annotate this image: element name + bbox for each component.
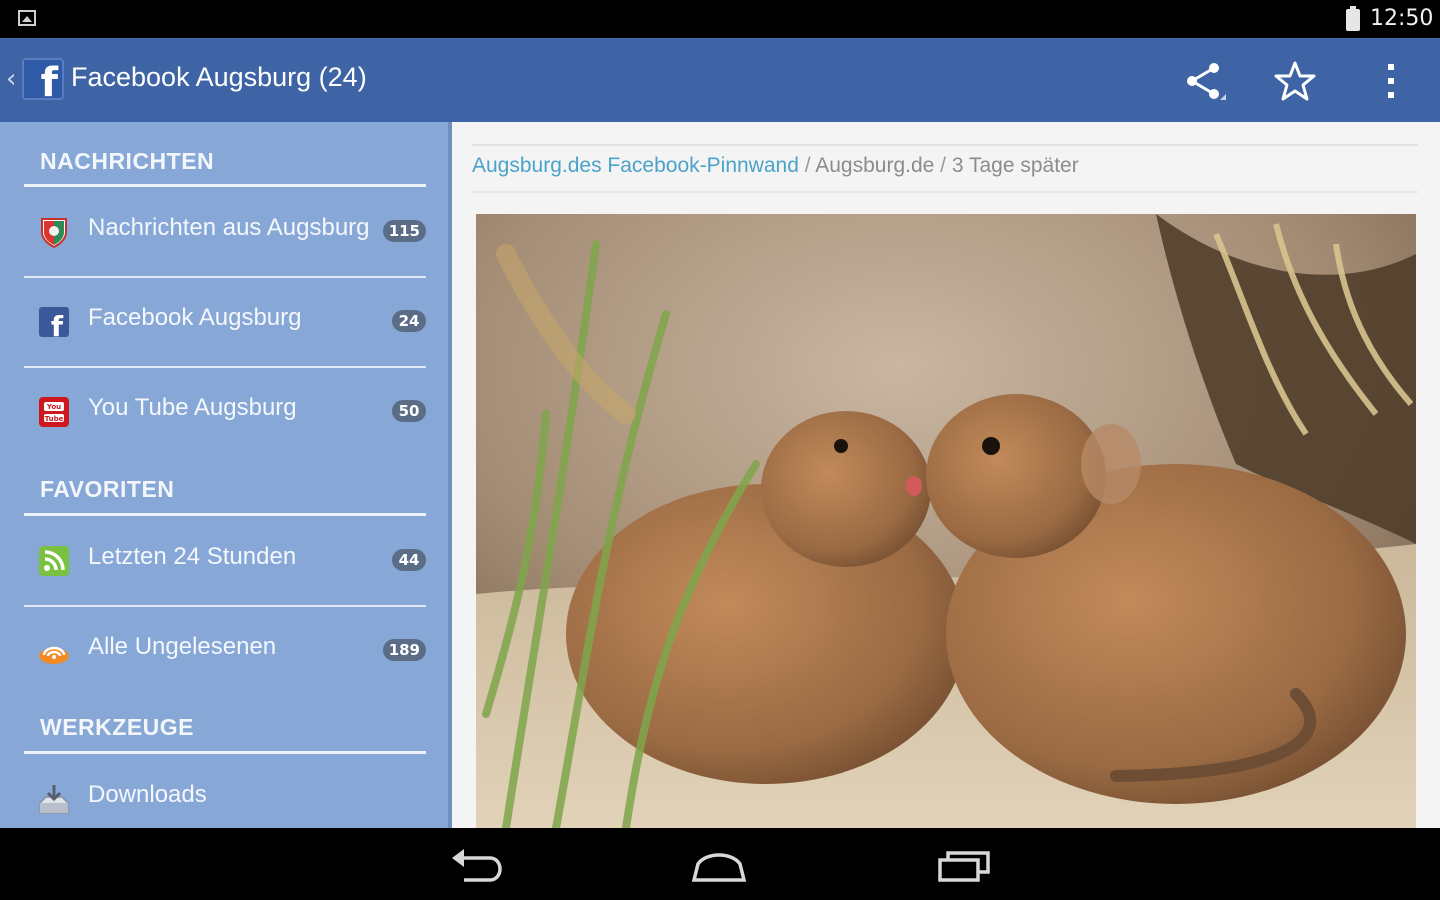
chevron-left-icon[interactable]: ‹ bbox=[6, 66, 16, 92]
action-bar: ‹ f Facebook Augsburg (24) bbox=[0, 38, 1440, 122]
svg-text:Tube: Tube bbox=[45, 415, 64, 423]
article-photo[interactable] bbox=[476, 214, 1416, 828]
section-divider bbox=[24, 184, 426, 187]
rss-icon bbox=[38, 545, 70, 577]
recent-apps-icon[interactable] bbox=[928, 842, 998, 886]
section-divider bbox=[24, 513, 426, 516]
page-title: Facebook Augsburg (24) bbox=[71, 62, 367, 92]
breadcrumb-separator: / bbox=[798, 154, 816, 177]
drawer-item-youtube[interactable]: You Tube You Tube Augsburg 50 bbox=[24, 368, 426, 456]
home-icon[interactable] bbox=[684, 842, 754, 886]
nav-drawer: NACHRICHTEN Nachrichten aus Augsburg 115… bbox=[0, 122, 448, 828]
status-clock: 12:50 bbox=[1370, 6, 1434, 31]
divider bbox=[472, 191, 1418, 193]
svg-text:You: You bbox=[46, 403, 61, 411]
system-nav-bar bbox=[0, 828, 1440, 900]
drawer-item-label: Alle Ungelesenen bbox=[88, 633, 277, 660]
drawer-item-nachrichten[interactable]: Nachrichten aus Augsburg 115 bbox=[24, 188, 426, 276]
breadcrumb-separator: / bbox=[934, 154, 952, 177]
section-title-nachrichten: NACHRICHTEN bbox=[40, 148, 215, 174]
section-divider bbox=[24, 751, 426, 754]
drawer-item-letzten-24-stunden[interactable]: Letzten 24 Stunden 44 bbox=[24, 517, 426, 605]
count-badge: 24 bbox=[392, 310, 426, 332]
breadcrumb: Augsburg.des Facebook-Pinnwand / Augsbur… bbox=[472, 154, 1079, 178]
drawer-item-label: Downloads bbox=[88, 781, 207, 808]
section-title-werkzeuge: WERKZEUGE bbox=[40, 714, 194, 740]
unread-feed-icon bbox=[38, 635, 70, 667]
divider bbox=[472, 144, 1418, 146]
breadcrumb-link[interactable]: Augsburg.des Facebook-Pinnwand bbox=[472, 154, 799, 177]
drawer-item-label: Nachrichten aus Augsburg bbox=[88, 214, 370, 241]
svg-text:f: f bbox=[51, 310, 64, 338]
drawer-item-label: Facebook Augsburg bbox=[88, 304, 302, 331]
article-content: Augsburg.des Facebook-Pinnwand / Augsbur… bbox=[452, 122, 1440, 828]
image-icon bbox=[18, 10, 36, 26]
city-crest-icon bbox=[38, 216, 70, 249]
breadcrumb-time: 3 Tage später bbox=[951, 154, 1079, 177]
facebook-icon[interactable]: f bbox=[22, 58, 64, 106]
count-badge: 189 bbox=[382, 639, 426, 661]
count-badge: 44 bbox=[392, 549, 426, 571]
back-arrow-icon[interactable] bbox=[442, 842, 512, 886]
section-title-favoriten: FAVORITEN bbox=[40, 476, 175, 502]
star-icon[interactable] bbox=[1272, 58, 1318, 104]
facebook-icon: f bbox=[38, 306, 70, 343]
count-badge: 115 bbox=[382, 220, 426, 242]
drawer-item-facebook[interactable]: f Facebook Augsburg 24 bbox=[24, 278, 426, 366]
youtube-icon: You Tube bbox=[38, 396, 70, 428]
download-tray-icon bbox=[38, 783, 70, 815]
drawer-item-label: You Tube Augsburg bbox=[88, 394, 297, 421]
drawer-item-alle-ungelesenen[interactable]: Alle Ungelesenen 189 bbox=[24, 607, 426, 695]
status-bar: 12:50 bbox=[0, 0, 1440, 38]
breadcrumb-source: Augsburg.de bbox=[815, 154, 935, 177]
overflow-menu-icon[interactable] bbox=[1370, 58, 1416, 104]
share-icon[interactable] bbox=[1182, 58, 1228, 104]
drawer-item-label: Letzten 24 Stunden bbox=[88, 543, 297, 570]
count-badge: 50 bbox=[392, 400, 426, 422]
drawer-item-downloads[interactable]: Downloads bbox=[24, 755, 426, 828]
battery-icon bbox=[1346, 6, 1360, 31]
